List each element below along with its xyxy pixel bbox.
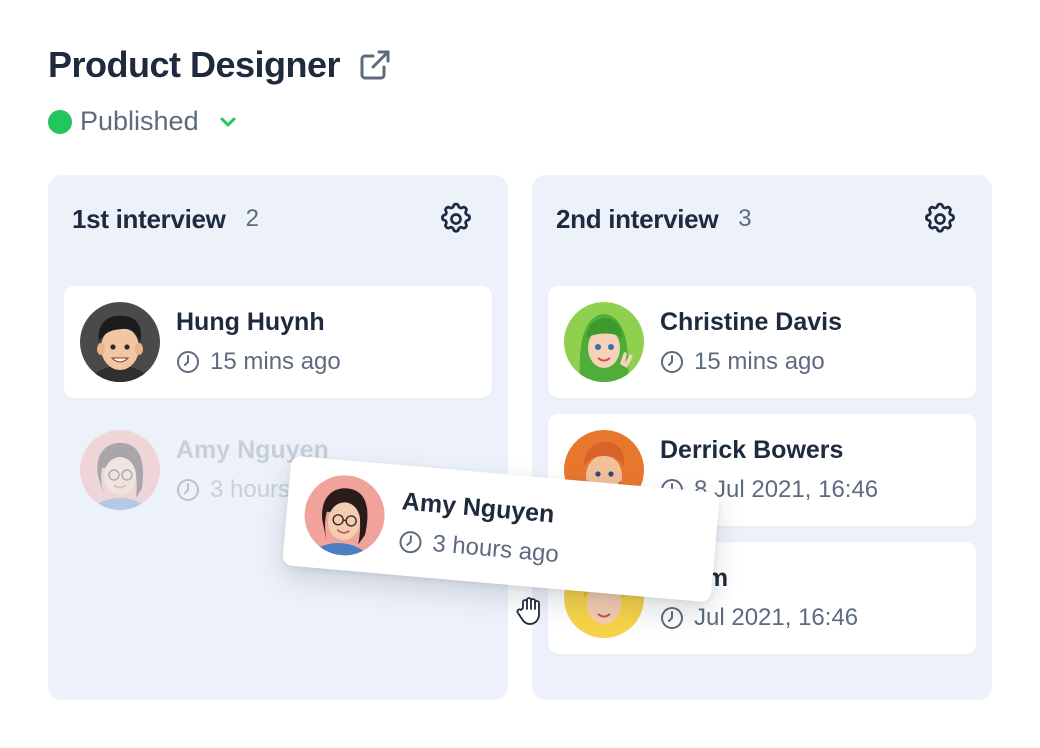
column-header: 1st interview 2 xyxy=(72,199,492,239)
candidate-meta: Jul 2021, 16:46 xyxy=(660,604,858,632)
candidate-meta: 15 mins ago xyxy=(660,348,825,376)
job-pipeline-board: Product Designer Published 1st interview… xyxy=(0,0,1040,748)
pipeline-column-1st-interview: 1st interview 2 Hung Huynh 15 mins ago A… xyxy=(48,175,508,700)
clock-icon xyxy=(398,529,424,555)
pipeline-column-2nd-interview: 2nd interview 3 Christine Davis 15 mins … xyxy=(532,175,992,700)
column-header: 2nd interview 3 xyxy=(556,199,976,239)
candidate-name: Derrick Bowers xyxy=(660,436,844,464)
avatar xyxy=(80,430,160,510)
candidate-time: 3 hours ago xyxy=(431,530,560,569)
status-label: Published xyxy=(80,106,199,136)
clock-icon xyxy=(176,478,200,502)
chevron-down-icon[interactable] xyxy=(217,111,239,133)
job-title: Product Designer xyxy=(48,44,341,85)
candidate-name: Amy Nguyen xyxy=(400,487,556,529)
candidate-name: Hung Huynh xyxy=(176,308,325,336)
candidate-card-christine-davis[interactable]: Christine Davis 15 mins ago xyxy=(548,286,976,398)
candidate-meta: 3 hours ago xyxy=(397,527,560,569)
job-header: Product Designer xyxy=(48,44,392,86)
clock-icon xyxy=(660,350,684,374)
avatar xyxy=(301,471,388,559)
column-title: 2nd interview xyxy=(556,203,719,234)
column-title: 1st interview xyxy=(72,203,226,234)
column-count: 2 xyxy=(245,205,259,232)
avatar xyxy=(80,302,160,382)
candidate-time: Jul 2021, 16:46 xyxy=(694,604,859,631)
candidate-time: 15 mins ago xyxy=(694,348,825,375)
candidate-meta: 15 mins ago xyxy=(176,348,341,376)
status-dropdown[interactable]: Published xyxy=(48,106,239,137)
candidate-name: Christine Davis xyxy=(660,308,843,336)
candidate-time: 8 Jul 2021, 16:46 xyxy=(694,476,879,503)
candidate-time: 15 mins ago xyxy=(210,348,341,375)
gear-icon[interactable] xyxy=(438,201,474,237)
status-indicator xyxy=(48,109,72,134)
clock-icon xyxy=(176,350,200,374)
clock-icon xyxy=(660,606,684,630)
avatar xyxy=(564,302,644,382)
column-count: 3 xyxy=(738,205,752,232)
external-link-icon[interactable] xyxy=(358,48,392,82)
candidate-card-hung-huynh[interactable]: Hung Huynh 15 mins ago xyxy=(64,286,492,398)
gear-icon[interactable] xyxy=(922,201,958,237)
